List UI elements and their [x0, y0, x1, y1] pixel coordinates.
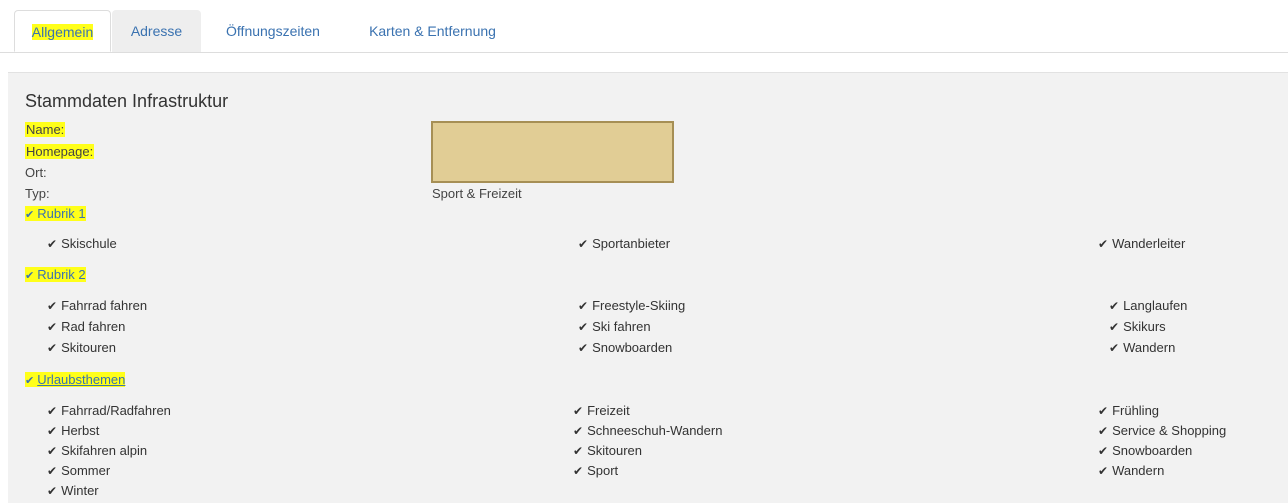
chevron-down-icon: ✔ [25, 375, 35, 387]
check-icon: ✔ [1109, 299, 1120, 313]
tab-allgemein[interactable]: Allgemein [14, 10, 111, 52]
list-item: ✔ Langlaufen [1109, 298, 1188, 313]
tab-karten-entfernung-label: Karten & Entfernung [369, 23, 496, 39]
check-icon: ✔ [47, 444, 58, 458]
list-item: ✔ Freizeit [573, 403, 630, 418]
typ-value: Sport & Freizeit [432, 186, 522, 201]
chevron-down-icon: ✔ [25, 270, 35, 282]
check-icon: ✔ [47, 237, 58, 251]
list-item: ✔ Snowboarden [1098, 443, 1193, 458]
ort-label: Ort: [25, 165, 47, 180]
tab-karten-entfernung[interactable]: Karten & Entfernung [345, 10, 520, 52]
chevron-down-icon: ✔ [25, 209, 35, 221]
check-icon: ✔ [578, 320, 589, 334]
list-item: ✔ Rad fahren [47, 319, 126, 334]
redacted-image [431, 121, 674, 183]
list-item: ✔ Winter [47, 483, 99, 498]
check-icon: ✔ [578, 237, 589, 251]
list-item: ✔ Wandern [1098, 463, 1165, 478]
name-label: Name: [25, 122, 66, 137]
check-icon: ✔ [573, 424, 584, 438]
check-icon: ✔ [47, 464, 58, 478]
tab-bar: Allgemein Adresse Öffnungszeiten Karten … [0, 0, 1288, 53]
list-item: ✔ Skitouren [573, 443, 642, 458]
check-icon: ✔ [47, 320, 58, 334]
list-item: ✔ Fahrrad fahren [47, 298, 148, 313]
check-icon: ✔ [578, 341, 589, 355]
check-icon: ✔ [1109, 320, 1120, 334]
list-item: ✔ Herbst [47, 423, 100, 438]
list-item: ✔ Skitouren [47, 340, 116, 355]
check-icon: ✔ [47, 341, 58, 355]
check-icon: ✔ [573, 404, 584, 418]
check-icon: ✔ [1109, 341, 1120, 355]
list-item: ✔ Snowboarden [578, 340, 673, 355]
list-item: ✔ Sport [573, 463, 619, 478]
check-icon: ✔ [1098, 464, 1109, 478]
tab-oeffnungszeiten-label: Öffnungszeiten [226, 23, 320, 39]
check-icon: ✔ [47, 404, 58, 418]
tab-adresse[interactable]: Adresse [112, 10, 201, 52]
list-item: ✔ Wandern [1109, 340, 1176, 355]
list-item: ✔ Freestyle-Skiing [578, 298, 686, 313]
check-icon: ✔ [578, 299, 589, 313]
list-item: ✔ Skifahren alpin [47, 443, 148, 458]
list-item: ✔ Sportanbieter [578, 236, 671, 251]
check-icon: ✔ [1098, 237, 1109, 251]
list-item: ✔ Ski fahren [578, 319, 651, 334]
check-icon: ✔ [1098, 404, 1109, 418]
check-icon: ✔ [47, 424, 58, 438]
list-item: ✔ Skikurs [1109, 319, 1166, 334]
list-item: ✔ Wanderleiter [1098, 236, 1186, 251]
tab-oeffnungszeiten[interactable]: Öffnungszeiten [203, 10, 343, 52]
section-toggle-rubrik-1[interactable]: ✔ Rubrik 1 [25, 205, 86, 224]
list-item: ✔ Skischule [47, 236, 117, 251]
check-icon: ✔ [47, 484, 58, 498]
check-icon: ✔ [1098, 444, 1109, 458]
check-icon: ✔ [573, 444, 584, 458]
tab-adresse-label: Adresse [130, 23, 183, 39]
section-toggle-urlaubsthemen[interactable]: ✔ Urlaubsthemen [25, 371, 126, 390]
list-item: ✔ Frühling [1098, 403, 1160, 418]
section-toggle-rubrik-2[interactable]: ✔ Rubrik 2 [25, 266, 86, 285]
list-item: ✔ Sommer [47, 463, 111, 478]
list-item: ✔ Fahrrad/Radfahren [47, 403, 171, 418]
list-item: ✔ Schneeschuh-Wandern [573, 423, 723, 438]
check-icon: ✔ [47, 299, 58, 313]
list-item: ✔ Service & Shopping [1098, 423, 1227, 438]
page-title: Stammdaten Infrastruktur [25, 91, 229, 111]
typ-label: Typ: [25, 186, 50, 201]
check-icon: ✔ [1098, 424, 1109, 438]
check-icon: ✔ [573, 464, 584, 478]
homepage-label: Homepage: [25, 144, 95, 159]
tab-allgemein-label: Allgemein [31, 24, 94, 40]
